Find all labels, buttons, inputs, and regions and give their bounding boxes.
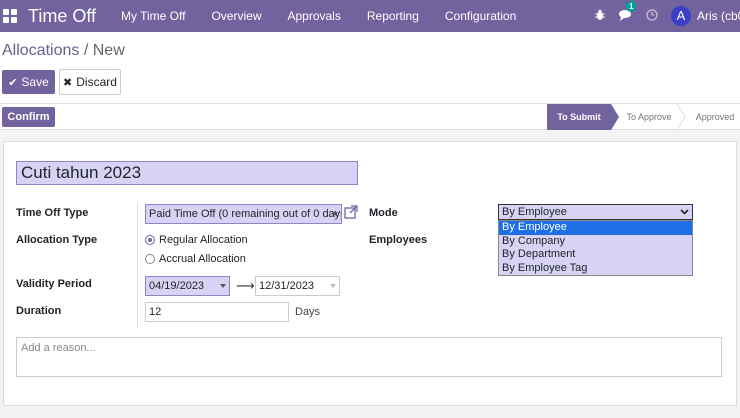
allocation-name-input[interactable]: Cuti tahun 2023 bbox=[16, 161, 358, 185]
allocation-type-label: Allocation Type bbox=[16, 234, 98, 246]
arrow-right-icon: ⟶ bbox=[236, 278, 255, 293]
chevron-down-icon bbox=[332, 212, 338, 216]
discard-label: Discard bbox=[76, 75, 117, 89]
date-from-value: 04/19/2023 bbox=[149, 280, 205, 292]
bottom-strip bbox=[0, 408, 740, 418]
bug-icon[interactable] bbox=[594, 9, 606, 24]
validity-period-label: Validity Period bbox=[16, 278, 92, 290]
stage-to-approve[interactable]: To Approve bbox=[618, 104, 680, 130]
radio-accrual-label: Accrual Allocation bbox=[159, 253, 246, 265]
menu-configuration[interactable]: Configuration bbox=[432, 0, 529, 32]
reason-textarea[interactable]: Add a reason... bbox=[16, 337, 722, 377]
external-link-icon[interactable] bbox=[344, 205, 358, 219]
menu-reporting[interactable]: Reporting bbox=[354, 0, 432, 32]
save-label: Save bbox=[21, 75, 49, 89]
radio-unselected-icon bbox=[145, 254, 155, 264]
duration-label: Duration bbox=[16, 305, 62, 317]
time-off-type-select[interactable]: Paid Time Off (0 remaining out of 0 days… bbox=[145, 204, 342, 224]
date-from-input[interactable]: 04/19/2023 bbox=[145, 276, 230, 296]
mode-option-employee[interactable]: By Employee bbox=[499, 221, 692, 235]
stage-to-submit[interactable]: To Submit bbox=[547, 104, 619, 130]
user-name[interactable]: Aris (cb0 bbox=[697, 9, 740, 23]
mode-value: By Employee bbox=[502, 206, 567, 218]
mode-label: Mode bbox=[369, 207, 398, 219]
radio-accrual-allocation[interactable]: Accrual Allocation bbox=[145, 253, 246, 265]
employees-label: Employees bbox=[369, 234, 428, 246]
menu-my-time-off[interactable]: My Time Off bbox=[108, 0, 198, 32]
chat-badge: 1 bbox=[626, 0, 637, 12]
close-icon: ✖ bbox=[63, 76, 73, 89]
check-icon: ✔ bbox=[8, 76, 18, 89]
stage-approved[interactable]: Approved bbox=[690, 104, 740, 130]
top-navbar: Time Off My Time Off Overview Approvals … bbox=[0, 0, 740, 32]
radio-regular-allocation[interactable]: Regular Allocation bbox=[145, 234, 248, 246]
breadcrumb-allocations[interactable]: Allocations bbox=[2, 42, 79, 59]
date-to-input[interactable]: 12/31/2023 bbox=[255, 276, 340, 296]
duration-input[interactable]: 12 bbox=[145, 302, 289, 322]
radio-selected-icon bbox=[145, 235, 155, 245]
duration-unit: Days bbox=[295, 306, 321, 318]
chevron-down-icon bbox=[220, 284, 226, 288]
mode-option-department[interactable]: By Department bbox=[499, 248, 692, 262]
mode-dropdown: By Employee By Company By Department By … bbox=[498, 220, 693, 276]
confirm-button[interactable]: Confirm bbox=[2, 107, 55, 127]
menu-overview[interactable]: Overview bbox=[198, 0, 274, 32]
control-panel: Allocations / New ✔ Save ✖ Discard bbox=[0, 32, 740, 104]
chevron-down-icon bbox=[330, 284, 336, 288]
breadcrumb-separator: / bbox=[83, 42, 89, 59]
breadcrumb-current: New bbox=[92, 42, 125, 59]
status-bar: Confirm To Submit To Approve Approved bbox=[0, 104, 740, 130]
clock-icon[interactable] bbox=[646, 8, 658, 24]
menu-approvals[interactable]: Approvals bbox=[274, 0, 353, 32]
mode-option-company[interactable]: By Company bbox=[499, 235, 692, 249]
time-off-type-value: Paid Time Off (0 remaining out of 0 days… bbox=[149, 208, 342, 220]
breadcrumb: Allocations / New bbox=[2, 42, 125, 60]
apps-grid-icon[interactable] bbox=[3, 9, 17, 23]
chat-icon[interactable]: 1 bbox=[619, 0, 637, 24]
radio-regular-label: Regular Allocation bbox=[159, 234, 248, 246]
save-button[interactable]: ✔ Save bbox=[2, 70, 55, 94]
mode-select[interactable]: By Employee bbox=[498, 204, 693, 220]
app-brand[interactable]: Time Off bbox=[28, 6, 96, 27]
date-to-value: 12/31/2023 bbox=[259, 280, 315, 292]
discard-button[interactable]: ✖ Discard bbox=[59, 69, 121, 95]
mode-option-employee-tag[interactable]: By Employee Tag bbox=[499, 262, 692, 276]
field-separator bbox=[137, 203, 138, 329]
time-off-type-label: Time Off Type bbox=[16, 207, 89, 219]
chevron-down-icon bbox=[680, 209, 689, 215]
systray: 1 A Aris (cb0 bbox=[594, 0, 740, 32]
form-sheet: Cuti tahun 2023 Time Off Type Allocation… bbox=[3, 141, 737, 406]
avatar[interactable]: A bbox=[671, 6, 691, 26]
